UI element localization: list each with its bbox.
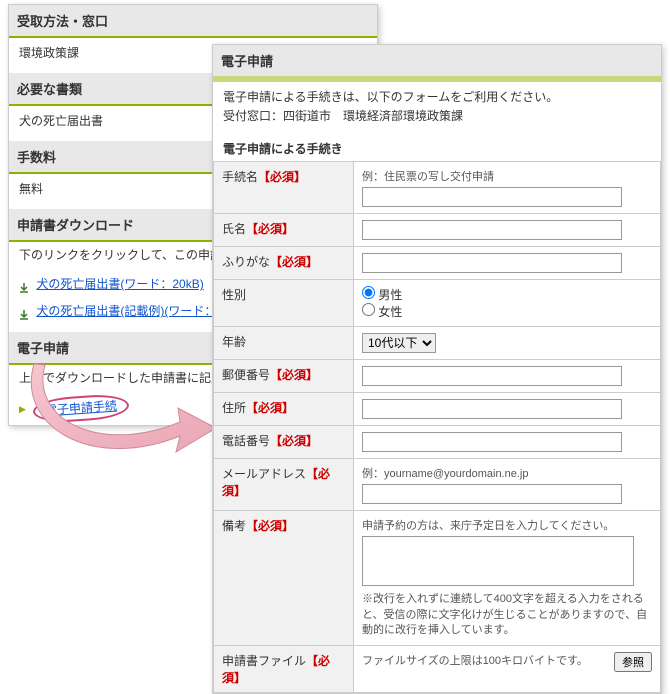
input-procname[interactable] (362, 187, 622, 207)
label-procname: 手続名 (222, 170, 258, 184)
form-title: 電子申請 (213, 45, 661, 76)
hint-remarks: 申請予約の方は、来庁予定日を入力してください。 (362, 517, 652, 533)
bullet-icon: ▶ (19, 404, 26, 414)
download-link-1[interactable]: 犬の死亡届出書(ワード：20kB) (36, 277, 203, 291)
input-kana[interactable] (362, 253, 622, 273)
input-name[interactable] (362, 220, 622, 240)
label-email: メールアドレス (222, 467, 306, 481)
select-age[interactable]: 10代以下 (362, 333, 436, 353)
download-icon (19, 280, 29, 290)
eapp-link-highlight: 電子申請手続 (33, 392, 131, 424)
label-female: 女性 (378, 305, 402, 319)
radio-male[interactable] (362, 286, 375, 299)
input-address[interactable] (362, 399, 622, 419)
req-mark: 【必須】 (258, 170, 306, 184)
hint-email: 例：yourname@yourdomain.ne.jp (362, 465, 652, 481)
form-subheader: 電子申請による手続き (213, 132, 661, 161)
eapp-link[interactable]: 電子申請手続 (45, 398, 118, 417)
textarea-remarks[interactable] (362, 536, 634, 586)
req-mark: 【必須】 (246, 222, 294, 236)
form-intro-2: 受付窓口：四街道市 環境経済部環境政策課 (223, 107, 651, 126)
label-address: 住所 (222, 401, 246, 415)
req-mark: 【必須】 (270, 434, 318, 448)
input-email[interactable] (362, 484, 622, 504)
label-male: 男性 (378, 288, 402, 302)
label-name: 氏名 (222, 222, 246, 236)
label-sex: 性別 (222, 288, 246, 302)
input-postal[interactable] (362, 366, 622, 386)
req-mark: 【必須】 (270, 368, 318, 382)
req-mark: 【必須】 (246, 519, 294, 533)
form-intro-1: 電子申請による手続きは、以下のフォームをご利用ください。 (223, 88, 651, 107)
input-phone[interactable] (362, 432, 622, 452)
note-remarks: ※改行を入れずに連続して400文字を超える入力をされると、受信の際に文字化けが生… (362, 592, 652, 638)
right-panel: 電子申請 電子申請による手続きは、以下のフォームをご利用ください。 受付窓口：四… (212, 44, 662, 694)
section-receipt-title: 受取方法・窓口 (9, 5, 377, 38)
req-mark: 【必須】 (246, 401, 294, 415)
radio-female[interactable] (362, 303, 375, 316)
req-mark: 【必須】 (270, 255, 318, 269)
label-phone: 電話番号 (222, 434, 270, 448)
application-form: 手続名【必須】 例：住民票の写し交付申請 氏名【必須】 ふりがな【必須】 性別 … (213, 161, 661, 692)
label-file: 申請書ファイル (222, 654, 306, 668)
label-kana: ふりがな (222, 255, 270, 269)
browse-button[interactable]: 参照 (614, 652, 652, 672)
download-icon (19, 307, 29, 317)
label-postal: 郵便番号 (222, 368, 270, 382)
hint-file: ファイルサイズの上限は100キロバイトです。 (362, 655, 588, 667)
label-remarks: 備考 (222, 519, 246, 533)
label-age: 年齢 (222, 335, 246, 349)
hint-procname: 例：住民票の写し交付申請 (362, 168, 652, 184)
